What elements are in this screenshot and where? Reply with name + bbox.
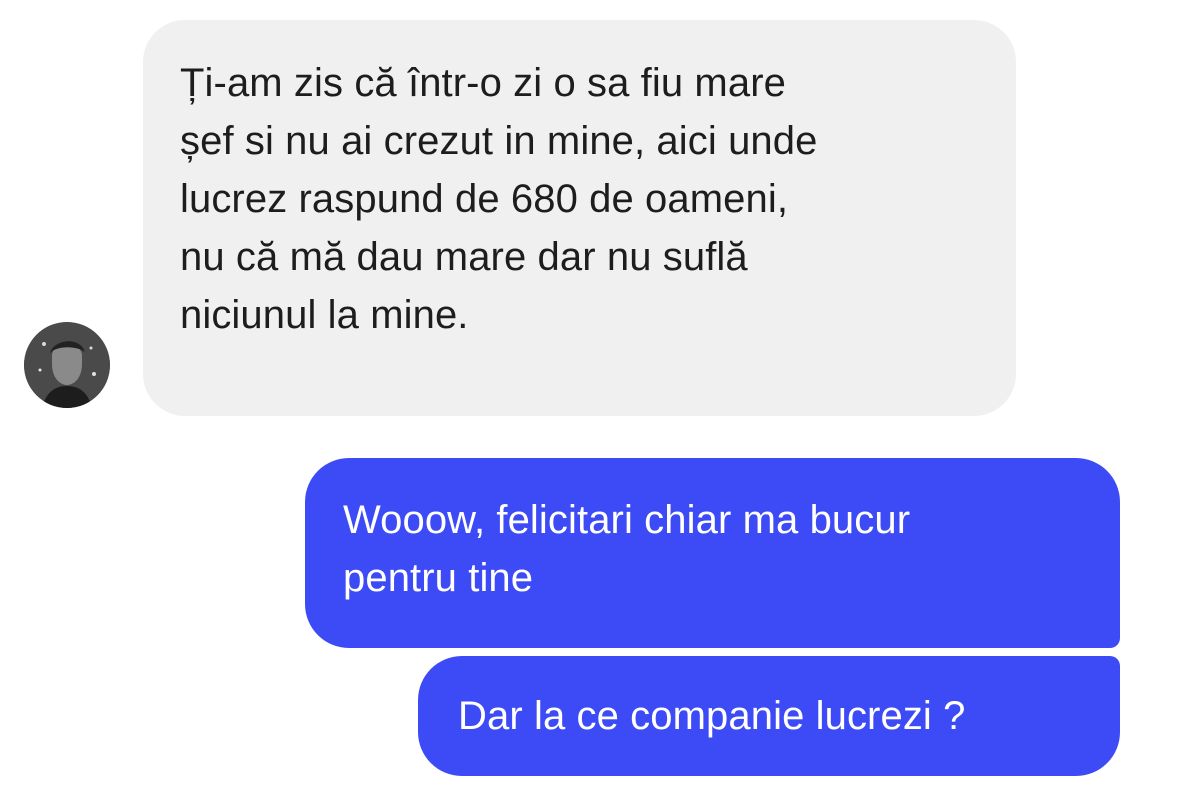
outgoing-message-bubble[interactable]: Wooow, felicitari chiar ma bucur pentru … [305, 458, 1120, 648]
user-avatar-icon [24, 322, 110, 408]
outgoing-message-bubble[interactable]: Dar la ce companie lucrezi ? [418, 656, 1120, 776]
chat-thread: Ți-am zis că într-o zi o sa fiu mare șef… [0, 0, 1200, 800]
contact-avatar[interactable] [24, 322, 110, 408]
incoming-message-bubble[interactable]: Ți-am zis că într-o zi o sa fiu mare șef… [143, 20, 1016, 416]
